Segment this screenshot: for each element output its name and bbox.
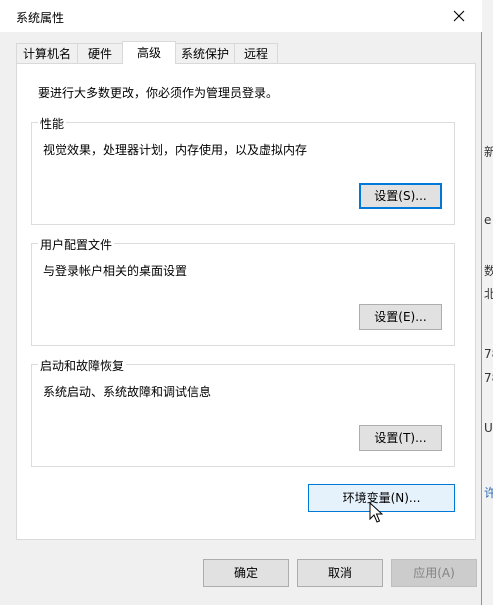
startup-recovery-group: 启动和故障恢复 系统启动、系统故障和调试信息 设置(T)... — [31, 357, 455, 467]
tab-remote[interactable]: 远程 — [234, 43, 278, 63]
user-profiles-description: 与登录帐户相关的桌面设置 — [43, 264, 188, 278]
background-window-strip: 新 e 数 北 78 78 U 许 — [482, 0, 493, 605]
background-text-fragment: U — [484, 421, 493, 435]
window-title: 系统属性 — [16, 11, 65, 25]
startup-recovery-settings-button[interactable]: 设置(T)... — [359, 425, 442, 451]
background-text-fragment: 78 — [484, 347, 493, 361]
tab-system-protection[interactable]: 系统保护 — [175, 43, 235, 63]
background-text-fragment: 许 — [484, 486, 493, 500]
background-text-fragment: 新 — [484, 145, 493, 159]
background-text-fragment: 北 — [484, 287, 493, 301]
startup-recovery-group-title: 启动和故障恢复 — [38, 357, 127, 374]
ok-button[interactable]: 确定 — [203, 559, 289, 587]
title-bar[interactable]: 系统属性 — [0, 0, 482, 32]
startup-recovery-description: 系统启动、系统故障和调试信息 — [43, 385, 212, 399]
tab-hardware[interactable]: 硬件 — [77, 43, 123, 63]
close-button[interactable] — [436, 0, 482, 32]
user-profiles-group-title: 用户配置文件 — [38, 236, 115, 253]
tab-computer-name[interactable]: 计算机名 — [16, 43, 78, 63]
user-profiles-group: 用户配置文件 与登录帐户相关的桌面设置 设置(E)... — [31, 236, 455, 346]
background-text-fragment: e — [484, 213, 492, 227]
performance-group: 性能 视觉效果，处理器计划，内存使用，以及虚拟内存 设置(S)... — [31, 115, 455, 225]
admin-notice: 要进行大多数更改，你必须作为管理员登录。 — [38, 86, 279, 100]
user-profiles-settings-button[interactable]: 设置(E)... — [359, 304, 442, 330]
tab-advanced[interactable]: 高级 — [122, 41, 176, 64]
close-icon — [453, 10, 465, 22]
system-properties-dialog: 系统属性 计算机名 硬件 高级 系统保护 远程 要进行大多数更改，你必须作为管理… — [0, 0, 482, 605]
performance-description: 视觉效果，处理器计划，内存使用，以及虚拟内存 — [43, 143, 308, 157]
performance-group-title: 性能 — [38, 115, 67, 132]
mouse-pointer-icon — [369, 502, 383, 523]
advanced-tab-panel: 要进行大多数更改，你必须作为管理员登录。 性能 视觉效果，处理器计划，内存使用，… — [16, 63, 476, 540]
apply-button[interactable]: 应用(A) — [391, 559, 477, 587]
background-text-fragment: 数 — [484, 264, 493, 278]
cancel-button[interactable]: 取消 — [297, 559, 383, 587]
background-text-fragment: 78 — [484, 371, 493, 385]
performance-settings-button[interactable]: 设置(S)... — [359, 183, 442, 209]
